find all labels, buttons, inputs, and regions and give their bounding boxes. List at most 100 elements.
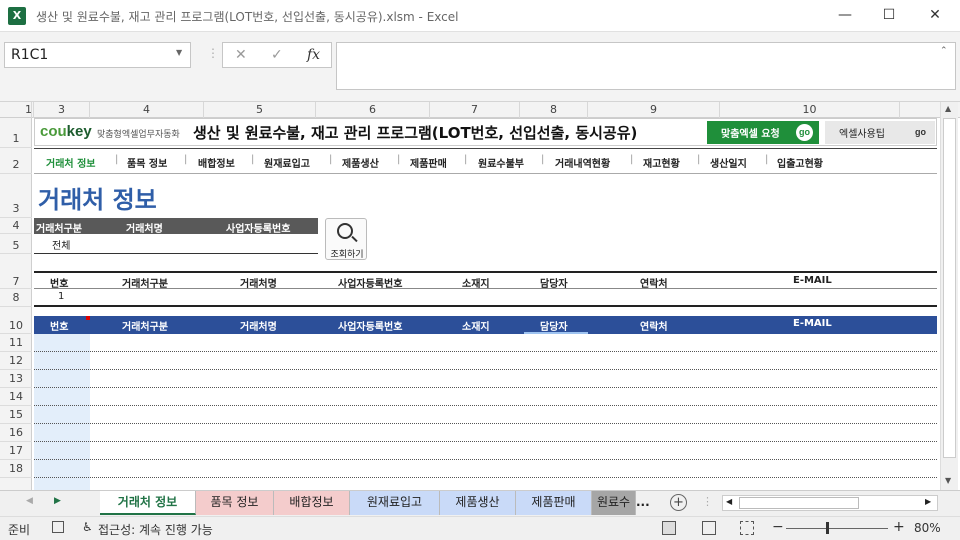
expand-icon[interactable]: ⌃ bbox=[940, 46, 948, 56]
next-sheet-icon[interactable]: ▶ bbox=[54, 496, 61, 506]
column-header[interactable]: 3 bbox=[34, 102, 90, 118]
row-header[interactable]: 4 bbox=[0, 218, 32, 234]
client-type-select[interactable]: 전체 bbox=[52, 237, 70, 252]
column-header[interactable]: 8 bbox=[520, 102, 588, 118]
table-row[interactable] bbox=[34, 442, 937, 460]
row-header[interactable]: 11 bbox=[0, 334, 32, 352]
table-row[interactable] bbox=[34, 388, 937, 406]
cell-number[interactable]: 1 bbox=[58, 291, 64, 302]
prev-sheet-icon[interactable]: ◀ bbox=[26, 496, 33, 506]
maximize-button[interactable]: ☐ bbox=[866, 0, 912, 32]
row-header[interactable]: 18 bbox=[0, 460, 32, 478]
nav-material-receipt[interactable]: 원재료입고 bbox=[264, 155, 310, 170]
page-break-icon[interactable] bbox=[740, 521, 754, 535]
scroll-down-icon[interactable]: ▼ bbox=[945, 476, 951, 485]
nav-inventory-status[interactable]: 재고현황 bbox=[643, 155, 680, 170]
row-header[interactable]: 15 bbox=[0, 406, 32, 424]
page-title: 거래처 정보 bbox=[38, 186, 157, 214]
chevron-down-icon[interactable]: ▼ bbox=[176, 48, 182, 57]
drag-handle-icon[interactable]: ⋮ bbox=[207, 46, 219, 60]
th-email: E-MAIL bbox=[793, 318, 832, 329]
tab-production[interactable]: 제품생산 bbox=[440, 491, 516, 515]
table-row[interactable] bbox=[34, 370, 937, 388]
add-sheet-icon[interactable]: + bbox=[670, 494, 687, 511]
column-header[interactable]: 10 bbox=[720, 102, 900, 118]
nav-client-info[interactable]: 거래처 정보 bbox=[46, 155, 95, 170]
row-header[interactable]: 8 bbox=[0, 289, 32, 307]
nav-transaction-status[interactable]: 거래내역현황 bbox=[555, 155, 610, 170]
row-header[interactable]: 5 bbox=[0, 234, 32, 254]
th-client-name: 거래처명 bbox=[240, 279, 277, 290]
tab-sales[interactable]: 제품판매 bbox=[516, 491, 592, 515]
search-button[interactable]: 조회하기 bbox=[325, 218, 367, 260]
table-row[interactable] bbox=[34, 406, 937, 424]
row-header[interactable]: 3 bbox=[0, 174, 32, 218]
scroll-up-icon[interactable]: ▲ bbox=[945, 104, 951, 113]
client-name-input[interactable] bbox=[124, 234, 220, 252]
macro-record-icon[interactable] bbox=[52, 521, 64, 533]
row-header[interactable]: 7 bbox=[0, 254, 32, 289]
column-header[interactable]: 6 bbox=[316, 102, 430, 118]
nav-production[interactable]: 제품생산 bbox=[342, 155, 379, 170]
row-header[interactable]: 14 bbox=[0, 388, 32, 406]
vertical-scrollbar[interactable]: ▲ ▼ bbox=[940, 102, 958, 490]
table-row[interactable] bbox=[34, 334, 937, 352]
row-header[interactable]: 1 bbox=[0, 118, 32, 148]
column-header[interactable]: 5 bbox=[204, 102, 316, 118]
table-row[interactable] bbox=[34, 460, 937, 478]
row-header[interactable]: 2 bbox=[0, 148, 32, 174]
search-button-label: 조회하기 bbox=[330, 250, 364, 260]
tab-formula-info[interactable]: 배합정보 bbox=[274, 491, 350, 515]
nav-formula-info[interactable]: 배합정보 bbox=[198, 155, 235, 170]
tab-item-info[interactable]: 품목 정보 bbox=[196, 491, 274, 515]
table-row[interactable] bbox=[34, 424, 937, 442]
nav-in-out-status[interactable]: 입출고현황 bbox=[777, 155, 823, 170]
row-header[interactable]: 12 bbox=[0, 352, 32, 370]
biz-number-input[interactable] bbox=[224, 234, 316, 252]
function-icon[interactable]: fx bbox=[307, 47, 320, 63]
zoom-in-button[interactable]: + bbox=[893, 519, 905, 535]
column-header[interactable]: 9 bbox=[588, 102, 720, 118]
table-row[interactable] bbox=[34, 352, 937, 370]
scroll-left-icon[interactable]: ◀ bbox=[726, 497, 732, 506]
zoom-out-button[interactable]: − bbox=[772, 519, 784, 535]
column-header[interactable]: 4 bbox=[90, 102, 204, 118]
minimize-button[interactable]: — bbox=[822, 0, 868, 32]
scroll-right-icon[interactable]: ▶ bbox=[925, 497, 931, 506]
summary-table-row[interactable]: 1 bbox=[34, 289, 937, 307]
row-header[interactable]: 17 bbox=[0, 442, 32, 460]
close-button[interactable]: ✕ bbox=[912, 0, 958, 32]
title-bar: X 생산 및 원료수불, 재고 관리 프로그램(LOT번호, 선입선출, 동시공… bbox=[0, 0, 960, 32]
zoom-slider-thumb[interactable] bbox=[826, 522, 829, 534]
row-header[interactable]: 13 bbox=[0, 370, 32, 388]
tab-material-receipt[interactable]: 원재료입고 bbox=[350, 491, 440, 515]
tab-material-ledger[interactable]: 원료수 bbox=[592, 491, 636, 515]
column-header[interactable]: 7 bbox=[430, 102, 520, 118]
zoom-level[interactable]: 80% bbox=[914, 521, 941, 535]
zoom-slider[interactable] bbox=[786, 528, 888, 529]
excel-tips-button[interactable]: 엑셀사용팁 go bbox=[825, 121, 935, 144]
nav-production-log[interactable]: 생산일지 bbox=[710, 155, 747, 170]
row-header[interactable]: 10 bbox=[0, 307, 32, 334]
formula-input[interactable] bbox=[336, 42, 956, 90]
page-layout-icon[interactable] bbox=[702, 521, 716, 535]
custom-excel-request-button[interactable]: 맞춤엑셀 요청 go bbox=[707, 121, 819, 144]
normal-view-icon[interactable] bbox=[662, 521, 676, 535]
nav-sales[interactable]: 제품판매 bbox=[410, 155, 447, 170]
more-sheets[interactable]: ... bbox=[636, 495, 650, 509]
accessibility-icon[interactable]: ♿ bbox=[82, 520, 93, 534]
cancel-icon[interactable]: ✕ bbox=[235, 47, 247, 63]
nav-item-info[interactable]: 품목 정보 bbox=[127, 155, 167, 170]
logo-tagline: 맞춤형엑셀업무자동화 bbox=[97, 130, 180, 140]
scroll-thumb[interactable] bbox=[943, 118, 956, 458]
column-header[interactable]: 1 bbox=[24, 102, 34, 118]
accessibility-status[interactable]: 접근성: 계속 진행 가능 bbox=[98, 521, 213, 538]
splitter-icon[interactable]: ⋮ bbox=[702, 495, 713, 508]
name-box[interactable]: R1C1 bbox=[4, 42, 191, 68]
row-header[interactable]: 16 bbox=[0, 424, 32, 442]
tab-client-info[interactable]: 거래처 정보 bbox=[100, 491, 196, 515]
nav-material-ledger[interactable]: 원료수불부 bbox=[478, 155, 524, 170]
enter-icon[interactable]: ✓ bbox=[271, 47, 283, 63]
horizontal-scrollbar[interactable]: ◀ ▶ bbox=[722, 495, 938, 511]
h-scroll-thumb[interactable] bbox=[739, 497, 859, 509]
